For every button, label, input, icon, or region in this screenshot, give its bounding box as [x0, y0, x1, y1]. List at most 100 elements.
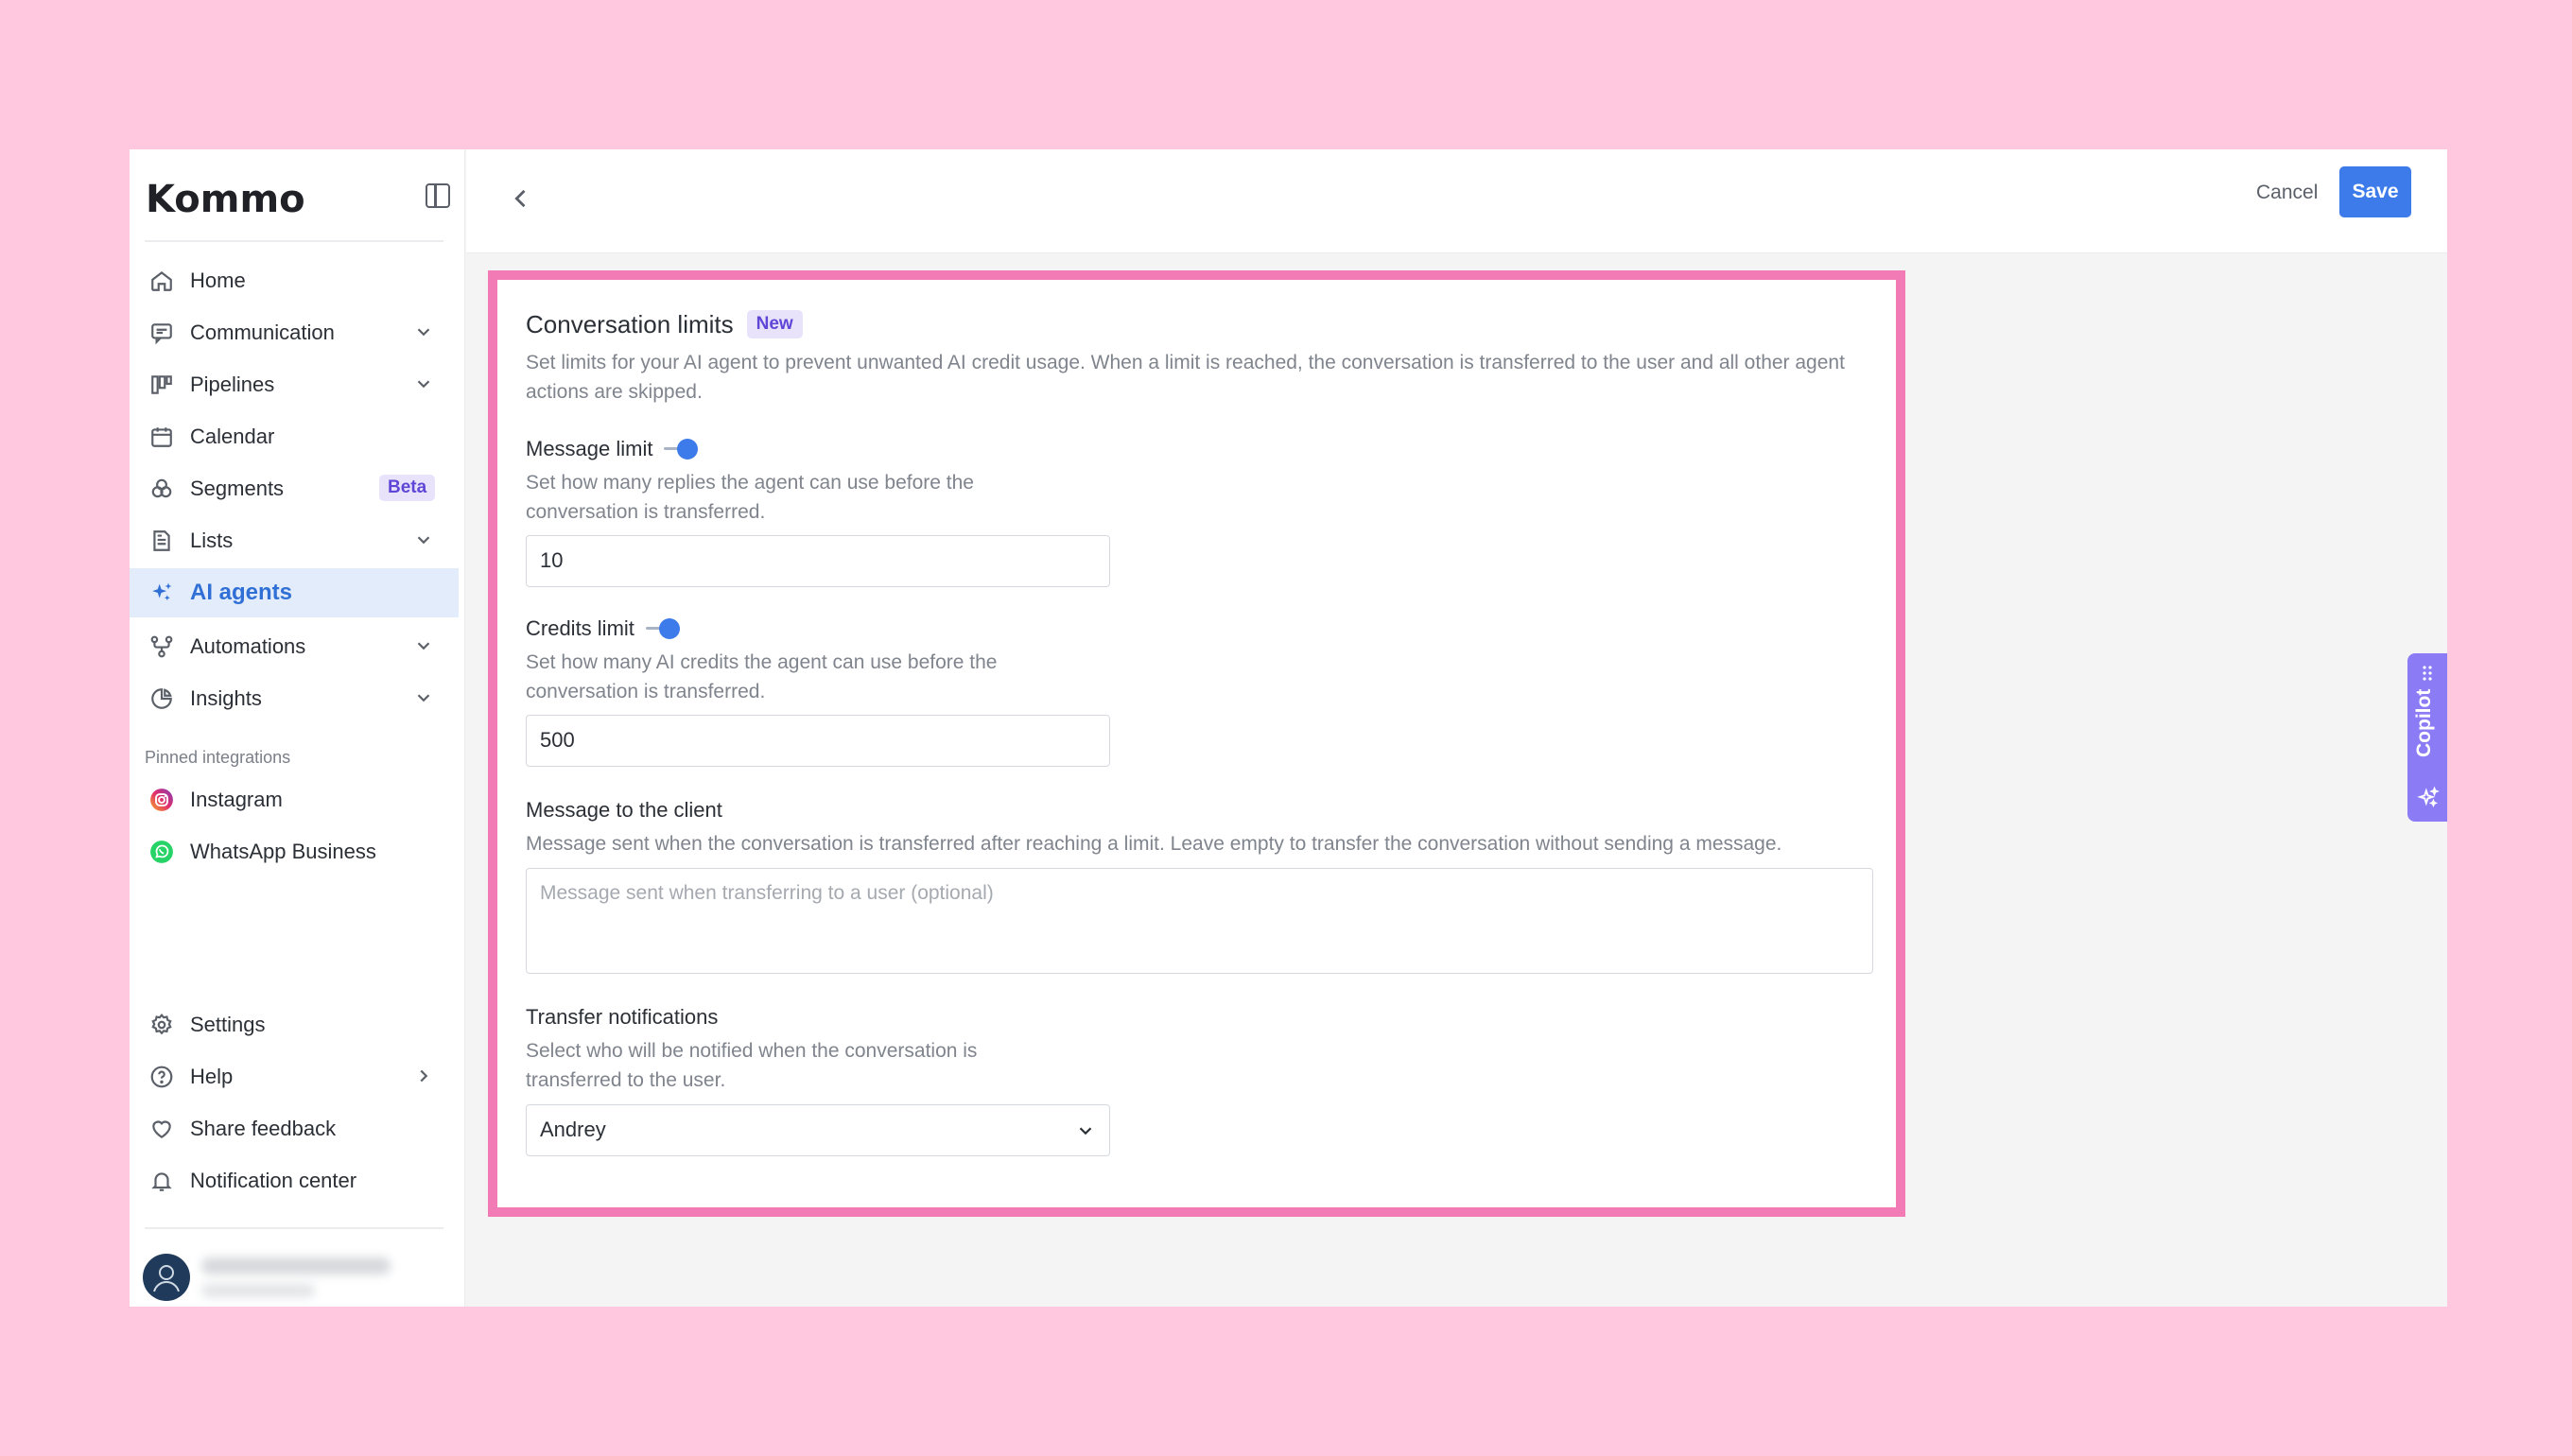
instagram-icon [148, 787, 175, 813]
automations-icon [148, 633, 175, 660]
sparkle-icon [2417, 786, 2440, 808]
back-arrow-icon[interactable] [508, 185, 534, 212]
sidebar-item-help[interactable]: Help [130, 1050, 465, 1102]
sidebar-item-label: AI agents [190, 580, 293, 605]
sidebar-item-calendar[interactable]: Calendar [130, 410, 465, 462]
client-message-description: Message sent when the conversation is tr… [526, 833, 1782, 855]
save-button[interactable]: Save [2339, 166, 2411, 217]
user-role-redacted [201, 1284, 315, 1297]
chevron-down-icon[interactable] [413, 373, 434, 394]
sidebar-item-settings[interactable]: Settings [130, 998, 465, 1050]
sidebar: Kommo Home Communication Pipelines Calen… [130, 149, 465, 1307]
sidebar-item-automations[interactable]: Automations [130, 620, 465, 672]
segments-icon [148, 476, 175, 502]
sidebar-item-label: Insights [190, 685, 262, 710]
cancel-button[interactable]: Cancel [2256, 182, 2318, 204]
sidebar-item-label: Notification center [190, 1168, 357, 1192]
credits-limit-toggle[interactable] [645, 615, 687, 642]
sidebar-item-home[interactable]: Home [130, 254, 465, 306]
copilot-label: Copilot [2413, 688, 2435, 757]
client-message-header: Message to the client [526, 795, 1878, 825]
sidebar-item-lists[interactable]: Lists [130, 514, 465, 566]
sidebar-item-label: Lists [190, 528, 234, 552]
help-icon [148, 1064, 175, 1090]
whatsapp-icon [148, 839, 175, 865]
sidebar-item-pipelines[interactable]: Pipelines [130, 358, 465, 410]
new-badge: New [746, 310, 803, 338]
sidebar-item-label: Help [190, 1064, 234, 1088]
chat-icon [148, 320, 175, 346]
panel-content: Conversation limits New Set limits for y… [526, 308, 1878, 1156]
beta-badge: Beta [379, 475, 436, 501]
client-message-textarea[interactable] [526, 868, 1873, 974]
credits-limit-header: Credits limit [526, 614, 1878, 644]
calendar-icon [148, 424, 175, 450]
message-limit-header: Message limit [526, 434, 1878, 464]
sidebar-item-label: Instagram [190, 787, 283, 811]
sidebar-item-notification-center[interactable]: Notification center [130, 1154, 465, 1206]
sidebar-item-label: Segments [190, 476, 285, 500]
chevron-down-icon[interactable] [413, 635, 434, 656]
chevron-down-icon[interactable] [413, 687, 434, 708]
insights-icon [148, 685, 175, 712]
sidebar-item-share-feedback[interactable]: Share feedback [130, 1102, 465, 1154]
sidebar-item-label: Pipelines [190, 372, 275, 396]
credits-limit-label: Credits limit [526, 616, 634, 640]
sidebar-item-segments[interactable]: Segments Beta [130, 462, 465, 514]
section-description: Set limits for your AI agent to prevent … [526, 352, 1845, 403]
sidebar-item-ai-agents[interactable]: AI agents [130, 568, 459, 617]
selected-user: Andrey [540, 1118, 606, 1141]
bottom-nav: Settings Help Share feedback Notificatio… [130, 998, 465, 1206]
sidebar-item-communication[interactable]: Communication [130, 306, 465, 358]
pinned-integrations-label: Pinned integrations [145, 748, 291, 767]
sparkle-icon [148, 580, 175, 606]
drag-handle-icon[interactable] [2421, 665, 2434, 682]
kommo-logo[interactable]: Kommo [146, 178, 305, 221]
bell-icon [148, 1168, 175, 1194]
section-title: Conversation limits [526, 309, 734, 338]
sidebar-item-label: Home [190, 268, 246, 292]
message-limit-toggle[interactable] [664, 436, 705, 462]
message-limit-description: Set how many replies the agent can use b… [526, 472, 974, 523]
sidebar-item-label: WhatsApp Business [190, 839, 376, 863]
divider [145, 240, 443, 242]
chevron-down-icon[interactable] [413, 321, 434, 342]
divider [145, 1227, 443, 1229]
user-icon [153, 1265, 180, 1292]
sidebar-item-whatsapp[interactable]: WhatsApp Business [130, 825, 465, 877]
sidebar-item-label: Calendar [190, 424, 275, 448]
top-bar: Cancel Save [466, 149, 2447, 253]
sidebar-item-label: Communication [190, 320, 335, 344]
sidebar-item-label: Automations [190, 633, 306, 658]
credits-limit-description: Set how many AI credits the agent can us… [526, 651, 998, 702]
chevron-right-icon[interactable] [413, 1066, 434, 1086]
gear-icon [148, 1012, 175, 1038]
transfer-notifications-header: Transfer notifications [526, 1002, 1878, 1032]
credits-limit-input[interactable]: 500 [526, 715, 1110, 767]
sidebar-item-label: Settings [190, 1012, 266, 1036]
conversation-limits-panel: Conversation limits New Set limits for y… [488, 270, 1905, 1217]
transfer-notifications-select[interactable]: Andrey [526, 1104, 1110, 1156]
chevron-down-icon[interactable] [413, 529, 434, 550]
copilot-tab[interactable]: Copilot [2407, 653, 2447, 822]
transfer-notifications-description: Select who will be notified when the con… [526, 1040, 978, 1091]
sidebar-item-instagram[interactable]: Instagram [130, 773, 465, 825]
home-icon [148, 268, 175, 294]
sidebar-item-label: Share feedback [190, 1116, 337, 1140]
pipelines-icon [148, 372, 175, 398]
message-limit-input[interactable]: 10 [526, 535, 1110, 587]
toggle-knob [658, 618, 680, 639]
toggle-knob [677, 439, 699, 459]
logo-row: Kommo [146, 178, 450, 221]
app-window: Kommo Home Communication Pipelines Calen… [130, 149, 2447, 1307]
client-message-label: Message to the client [526, 798, 722, 822]
list-icon [148, 528, 175, 554]
avatar[interactable] [143, 1254, 190, 1301]
transfer-notifications-label: Transfer notifications [526, 1005, 719, 1029]
chevron-down-icon [1079, 1127, 1092, 1135]
user-name-redacted [201, 1257, 391, 1274]
section-header: Conversation limits New [526, 308, 1878, 340]
collapse-sidebar-icon[interactable] [426, 183, 450, 208]
sidebar-item-insights[interactable]: Insights [130, 672, 465, 724]
main-nav: Home Communication Pipelines Calendar Se… [130, 254, 465, 724]
